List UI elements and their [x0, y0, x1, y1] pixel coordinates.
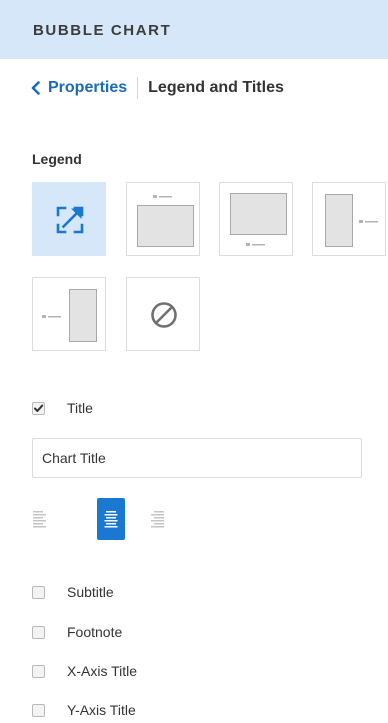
breadcrumb-current: Legend and Titles [148, 79, 284, 96]
legend-option-top[interactable] [126, 182, 200, 256]
legend-option-right[interactable] [312, 182, 386, 256]
x-axis-title-checkbox[interactable] [32, 664, 45, 678]
panel-title: BUBBLE CHART [33, 22, 172, 39]
subtitle-option-row[interactable]: Subtitle [32, 582, 114, 602]
align-center-icon [104, 511, 118, 528]
align-right-icon [151, 511, 164, 528]
auto-position-icon [56, 206, 84, 234]
legend-option-bottom[interactable] [219, 182, 293, 256]
legend-right-icon [325, 194, 378, 247]
title-option-label: Title [67, 400, 93, 416]
y-axis-title-option-label: Y-Axis Title [67, 702, 136, 718]
checkmark-icon [34, 404, 44, 412]
legend-option-none[interactable] [126, 277, 200, 351]
align-left-icon [33, 511, 46, 528]
title-option-row[interactable]: Title [32, 398, 93, 418]
panel-header: BUBBLE CHART [0, 0, 388, 59]
title-checkbox[interactable] [32, 401, 45, 415]
align-left-button[interactable] [32, 498, 60, 540]
footnote-option-label: Footnote [67, 624, 123, 640]
y-axis-title-option-row[interactable]: Y-Axis Title [32, 700, 136, 720]
no-legend-icon [151, 302, 177, 328]
x-axis-title-option-label: X-Axis Title [67, 663, 138, 679]
legend-left-icon [42, 289, 97, 342]
chart-title-input[interactable] [32, 438, 362, 478]
align-right-button[interactable] [142, 498, 170, 540]
legend-option-left[interactable] [32, 277, 106, 351]
back-link-label: Properties [48, 79, 128, 96]
subtitle-checkbox[interactable] [32, 585, 45, 599]
footnote-checkbox[interactable] [32, 625, 45, 639]
legend-section-label: Legend [32, 151, 82, 167]
y-axis-title-checkbox[interactable] [32, 703, 45, 717]
back-to-properties-link[interactable]: Properties [31, 79, 127, 97]
subtitle-option-label: Subtitle [67, 584, 114, 600]
chevron-left-icon [31, 81, 40, 95]
breadcrumb: Properties Legend and Titles [31, 76, 284, 100]
legend-top-icon [137, 195, 194, 247]
legend-option-auto[interactable] [32, 182, 106, 256]
x-axis-title-option-row[interactable]: X-Axis Title [32, 661, 137, 681]
legend-bottom-icon [230, 193, 287, 246]
align-center-button[interactable] [97, 498, 125, 540]
footnote-option-row[interactable]: Footnote [32, 622, 122, 642]
breadcrumb-divider [137, 77, 139, 99]
